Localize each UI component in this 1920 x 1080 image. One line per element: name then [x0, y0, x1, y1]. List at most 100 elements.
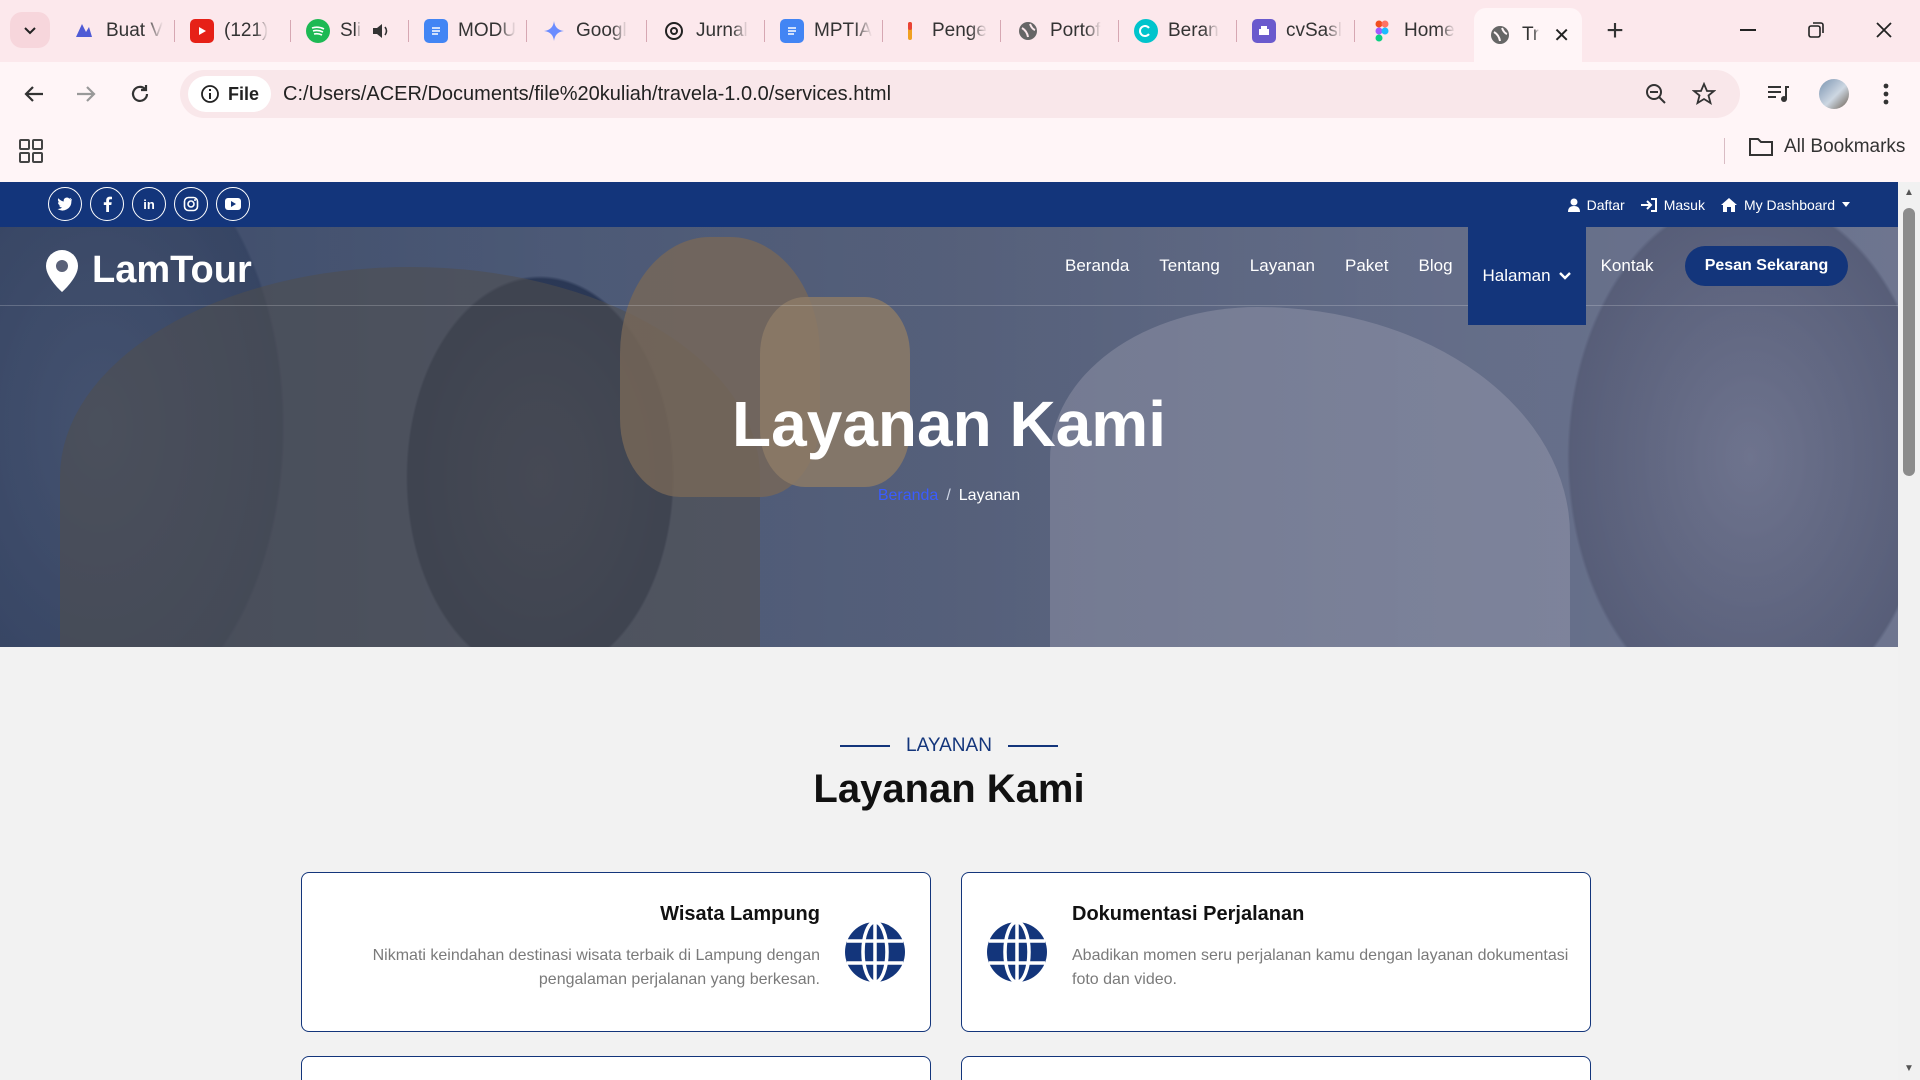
tab-divider	[1354, 20, 1355, 42]
tab-active[interactable]: Tr ✕	[1474, 8, 1582, 62]
nav-kontak[interactable]: Kontak	[1586, 227, 1669, 305]
menu-button[interactable]	[1866, 74, 1906, 114]
youtube-icon[interactable]	[216, 187, 250, 221]
arrow-left-icon	[24, 86, 43, 102]
scrollbar-thumb[interactable]	[1903, 208, 1915, 476]
chatgpt-icon	[662, 19, 686, 43]
tab-search-button[interactable]	[10, 12, 50, 48]
tab-6[interactable]: MPTIA	[766, 12, 878, 50]
tab-divider	[882, 20, 883, 42]
nav-layanan[interactable]: Layanan	[1235, 227, 1330, 305]
site-info-chip[interactable]: File	[188, 76, 272, 112]
book-now-button[interactable]: Pesan Sekarang	[1685, 246, 1848, 286]
tab-3[interactable]: MODU	[410, 12, 520, 50]
page-scrollbar[interactable]: ▲ ▼	[1898, 182, 1920, 1080]
breadcrumb: Beranda / Layanan	[0, 487, 1898, 505]
profile-button[interactable]	[1814, 74, 1854, 114]
register-link[interactable]: Daftar	[1567, 197, 1625, 213]
service-card-text: Dokumentasi Perjalanan Abadikan momen se…	[1072, 903, 1572, 992]
tab-title: Penge	[932, 20, 987, 41]
service-card-text: Wisata Lampung Nikmati keindahan destina…	[350, 903, 820, 992]
youtube-icon	[190, 19, 214, 43]
close-window-button[interactable]	[1854, 10, 1914, 50]
dashboard-dropdown[interactable]: My Dashboard	[1720, 197, 1850, 213]
print-icon	[1252, 19, 1276, 43]
nav-tentang[interactable]: Tentang	[1144, 227, 1235, 305]
tab-5[interactable]: Jurnal	[648, 12, 760, 50]
all-bookmarks-label: All Bookmarks	[1784, 136, 1906, 157]
tab-10[interactable]: cvSasl	[1238, 12, 1350, 50]
address-bar[interactable]: File C:/Users/ACER/Documents/file%20kuli…	[180, 70, 1740, 118]
forward-button[interactable]	[66, 74, 106, 114]
globe-icon	[845, 921, 905, 983]
tab-title: Jurnal	[696, 20, 748, 41]
brand-logo[interactable]: LamTour	[46, 249, 252, 292]
url-text[interactable]: C:/Users/ACER/Documents/file%20kuliah/tr…	[283, 83, 891, 106]
service-card-partial[interactable]	[961, 1056, 1591, 1080]
tab-1[interactable]: (121)	[176, 12, 286, 50]
breadcrumb-current: Layanan	[958, 487, 1021, 504]
caret-down-icon	[1842, 201, 1850, 207]
chevron-down-icon	[24, 27, 36, 35]
tab-divider	[526, 20, 527, 42]
back-button[interactable]	[14, 74, 54, 114]
service-description-line: Abadikan momen seru perjalanan kamu deng…	[1072, 947, 1569, 964]
arrow-right-icon	[77, 86, 96, 102]
tab-9[interactable]: Beran	[1120, 12, 1232, 50]
tab-11[interactable]: Home	[1356, 12, 1468, 50]
new-tab-button[interactable]: +	[1598, 14, 1632, 48]
service-description-line: pengalaman perjalanan yang berkesan.	[538, 971, 820, 988]
navbar-divider	[0, 305, 1898, 306]
spotify-icon	[306, 19, 330, 43]
close-tab-icon[interactable]: ✕	[1553, 23, 1570, 48]
media-control-button[interactable]	[1758, 74, 1798, 114]
service-description: Nikmati keindahan destinasi wisata terba…	[350, 944, 820, 992]
minimize-button[interactable]	[1718, 10, 1778, 50]
nav-halaman-dropdown[interactable]: Halaman	[1467, 227, 1586, 325]
restore-icon	[1808, 22, 1824, 38]
main-navigation: Beranda Tentang Layanan Paket Blog Halam…	[1050, 227, 1669, 325]
tab-title: Buat V	[106, 20, 164, 41]
all-bookmarks-button[interactable]: All Bookmarks	[1748, 136, 1905, 158]
restore-button[interactable]	[1786, 10, 1846, 50]
service-card-dokumentasi[interactable]: Dokumentasi Perjalanan Abadikan momen se…	[961, 872, 1591, 1032]
tab-divider	[1236, 20, 1237, 42]
linkedin-icon[interactable]: in	[132, 187, 166, 221]
login-link[interactable]: Masuk	[1640, 197, 1705, 213]
tab-7[interactable]: Penge	[884, 12, 996, 50]
tab-2[interactable]: Sli	[292, 12, 400, 50]
breadcrumb-home[interactable]: Beranda	[878, 487, 939, 504]
instagram-icon[interactable]	[174, 187, 208, 221]
nav-halaman-label: Halaman	[1482, 266, 1551, 285]
service-card-wisata[interactable]: Wisata Lampung Nikmati keindahan destina…	[301, 872, 931, 1032]
brand-name: LamTour	[92, 249, 252, 291]
more-vert-icon	[1883, 83, 1889, 105]
apps-grid-icon[interactable]	[18, 138, 44, 164]
sign-in-icon	[1640, 197, 1657, 212]
tab-title: Tr	[1522, 24, 1540, 45]
reload-button[interactable]	[120, 74, 160, 114]
tab-8[interactable]: Portof	[1002, 12, 1114, 50]
gemini-icon	[542, 19, 566, 43]
scroll-down-icon[interactable]: ▼	[1903, 1064, 1915, 1074]
tab-0[interactable]: Buat V	[58, 12, 170, 50]
twitter-icon[interactable]	[48, 187, 82, 221]
globe-icon	[1016, 19, 1040, 43]
nav-paket[interactable]: Paket	[1330, 227, 1403, 305]
service-description-line: Nikmati keindahan destinasi wisata terba…	[372, 947, 820, 964]
bookmark-star-button[interactable]	[1690, 80, 1718, 108]
nav-beranda[interactable]: Beranda	[1050, 227, 1144, 305]
zoom-out-icon	[1646, 84, 1666, 104]
subtitle-line-left	[840, 745, 891, 747]
playlist-icon	[1768, 86, 1789, 102]
page-viewport: in Daftar Masuk My Dashboard LamTour Ber…	[0, 182, 1898, 1080]
zoom-button[interactable]	[1642, 80, 1670, 108]
facebook-icon[interactable]	[90, 187, 124, 221]
canva-icon	[1134, 19, 1158, 43]
speaker-icon[interactable]	[371, 22, 391, 40]
nav-blog[interactable]: Blog	[1404, 227, 1468, 305]
service-card-partial[interactable]	[301, 1056, 931, 1080]
tab-4[interactable]: Googl	[528, 12, 640, 50]
scroll-up-icon[interactable]: ▲	[1903, 188, 1915, 198]
map-marker-icon	[46, 249, 78, 292]
